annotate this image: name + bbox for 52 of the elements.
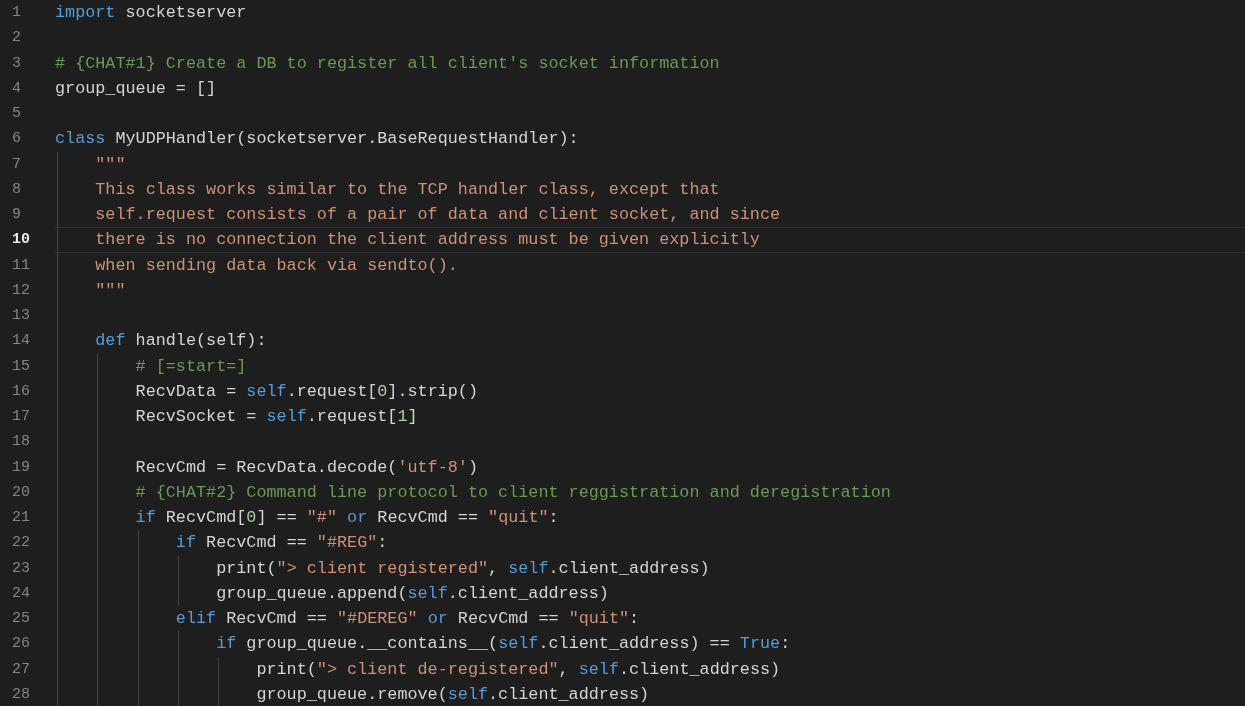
line-number: 1 [11, 4, 22, 22]
code-line: if RecvCmd[0] == "#" or RecvCmd == "quit": [134, 508, 559, 528]
line-number: 12 [11, 281, 31, 299]
line-number: 20 [11, 483, 31, 501]
line-number: 25 [11, 610, 31, 628]
line-number: 13 [11, 307, 31, 325]
code-line: """ [94, 280, 126, 300]
code-line: when sending data back via sendto(). [94, 255, 458, 275]
code-line: # [=start=] [134, 356, 247, 376]
line-number: 7 [11, 155, 22, 173]
code-line: elif RecvCmd == "#DEREG" or RecvCmd == "quit": [174, 609, 640, 629]
code-line: if RecvCmd == "#REG": [174, 533, 388, 553]
code-line: # {CHAT#1} Create a DB to register all client's socket information [55, 53, 720, 73]
line-number: 22 [11, 534, 31, 552]
code-line: group_queue.remove(self.client_address) [255, 684, 650, 704]
line-number: 18 [11, 433, 31, 451]
line-number: 15 [11, 357, 31, 375]
line-number: 5 [11, 105, 22, 123]
code-line: if group_queue.__contains__(self.client_address) == True: [215, 634, 791, 654]
code-line: RecvSocket = self.request[1] [134, 407, 418, 427]
line-number: 8 [11, 180, 22, 198]
code-line: there is no connection the client address must be given explicitly [94, 230, 760, 250]
line-number: 24 [11, 584, 31, 602]
line-number: 28 [11, 685, 31, 703]
line-number: 27 [11, 660, 31, 678]
line-number: 9 [11, 206, 22, 224]
code-line: class MyUDPHandler(socketserver.BaseRequestHandler): [55, 129, 579, 149]
code-line: print("> client de-registered", self.client_address) [255, 659, 781, 679]
code-line: This class works similar to the TCP handler class, except that [94, 179, 720, 199]
code-line: self.request consists of a pair of data and client socket, and since [94, 205, 781, 225]
code-line: group_queue = [] [55, 78, 217, 98]
code-line: RecvCmd = RecvData.decode('utf-8') [134, 457, 478, 477]
line-number: 23 [11, 559, 31, 577]
code-line: RecvData = self.request[0].strip() [134, 381, 478, 401]
line-number: 3 [11, 54, 22, 72]
code-line: def handle(self): [94, 331, 267, 351]
code-line: """ [94, 154, 126, 174]
code-line: import socketserver [55, 3, 247, 23]
code-line: # {CHAT#2} Command line protocol to client reggistration and deregistration [134, 482, 891, 502]
line-number: 14 [11, 332, 31, 350]
line-number: 17 [11, 408, 31, 426]
line-number: 10 [11, 231, 31, 249]
line-number: 11 [11, 256, 31, 274]
code-line: print("> client registered", self.client_address) [215, 558, 710, 578]
line-number: 6 [11, 130, 22, 148]
line-number: 26 [11, 635, 31, 653]
line-number: 16 [11, 382, 31, 400]
line-number: 21 [11, 509, 31, 527]
line-number: 2 [11, 29, 22, 47]
line-number: 19 [11, 458, 31, 476]
line-number: 4 [11, 79, 22, 97]
code-line: group_queue.append(self.client_address) [215, 583, 609, 603]
